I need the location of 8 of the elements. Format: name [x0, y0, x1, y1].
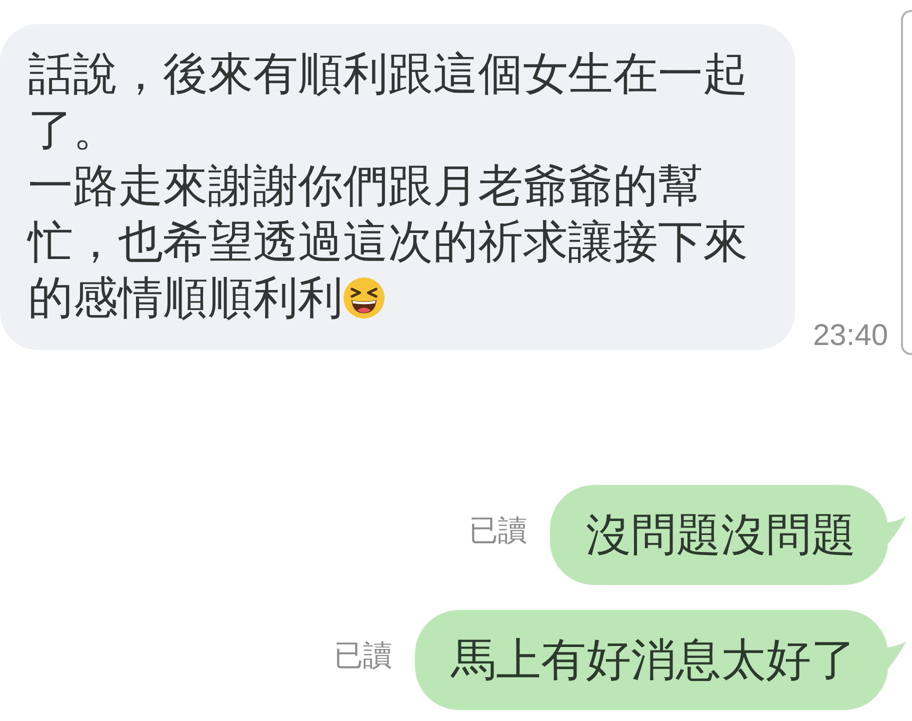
message-text: 沒問題沒問題: [586, 507, 856, 563]
message-text: 一路走來謝謝你們跟月老爺爺的幫忙，也希望透過這次的祈求讓接下來的感情順順利利: [28, 158, 749, 326]
read-receipt: 已讀: [334, 638, 392, 672]
message-text: 馬上有好消息太好了: [451, 632, 856, 688]
read-receipt: 已讀: [469, 513, 527, 547]
laughing-face-icon: [343, 277, 385, 319]
message-time: 23:40: [813, 319, 888, 353]
message-text: 話說，後來有順利跟這個女生在一起了。: [28, 46, 749, 158]
